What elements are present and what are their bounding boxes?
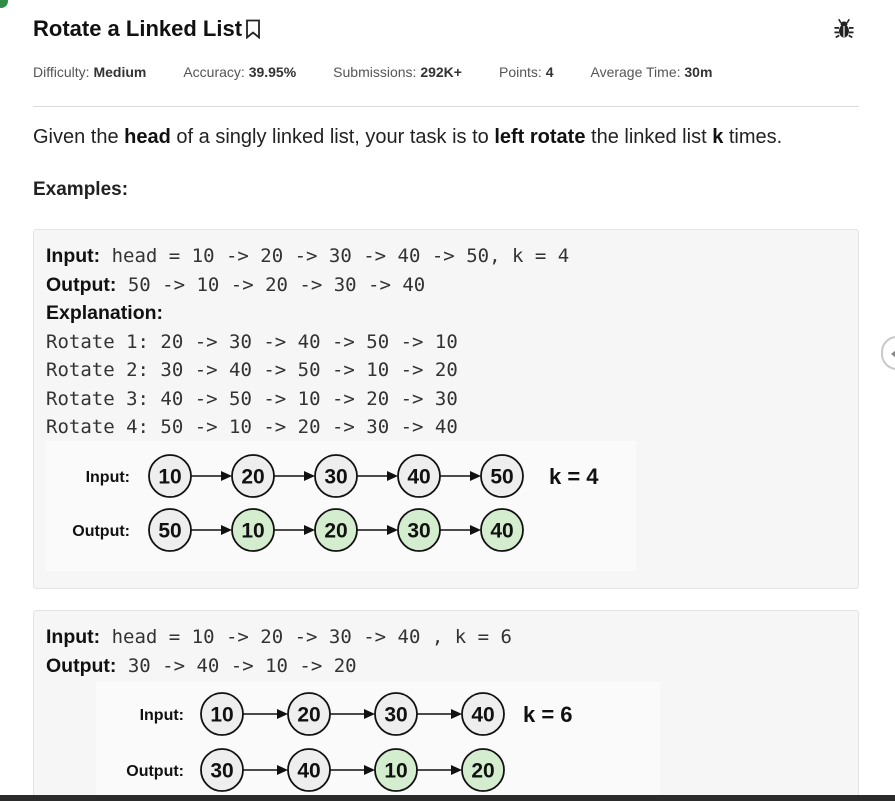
bug-icon[interactable] (833, 18, 855, 40)
list-node-value: 30 (324, 466, 347, 489)
output-row-label: Output: (126, 763, 184, 780)
k-value: k = 6 (523, 702, 573, 727)
arrow-head (470, 471, 481, 481)
bookmark-icon[interactable] (245, 19, 261, 39)
example-1-output: Output: 50 -> 10 -> 20 -> 30 -> 40 (46, 273, 426, 296)
problem-title: Rotate a Linked List (33, 16, 243, 41)
arrow-head (451, 709, 462, 719)
list-node-value: 20 (471, 760, 494, 783)
list-node-value: 30 (384, 704, 407, 727)
output-row-label: Output: (72, 523, 130, 540)
list-node-value: 10 (158, 466, 181, 489)
meta-average-time: Average Time: 30m (590, 64, 713, 80)
arrow-head (470, 525, 481, 535)
problem-meta: Difficulty: Medium Accuracy: 39.95% Subm… (33, 64, 749, 80)
list-node-value: 10 (384, 760, 407, 783)
list-node-value: 40 (471, 704, 494, 727)
input-row-label: Input: (140, 707, 184, 724)
list-node-value: 20 (324, 520, 347, 543)
arrow-head (364, 765, 375, 775)
list-node-value: 10 (210, 704, 233, 727)
arrow-head (387, 471, 398, 481)
list-node-value: 40 (407, 466, 430, 489)
header-divider (33, 106, 859, 107)
example-1-explanation-label: Explanation: (46, 302, 164, 324)
meta-points: Points: 4 (498, 64, 554, 80)
example-1-diagram: Input: 10 20 30 40 50 k = 4 Output: 50 10 20 30 40 (46, 441, 636, 571)
list-node-value: 40 (297, 760, 320, 783)
example-1-explanation-line: Rotate 2: 30 -> 40 -> 50 -> 10 -> 20 (46, 359, 458, 381)
examples-heading: Examples: (33, 179, 129, 200)
arrow-head (304, 471, 315, 481)
example-2-diagram: Input: 10 20 30 40 k = 6 Output: 30 40 10 20 (96, 682, 660, 801)
example-1-explanation-line: Rotate 4: 50 -> 10 -> 20 -> 30 -> 40 (46, 416, 458, 438)
arrow-head (451, 765, 462, 775)
arrow-head (221, 525, 232, 535)
linked-list-diagram: Input: 10 20 30 40 50 k = 4 Output: 50 10 20 30 40 (72, 454, 599, 552)
list-node-value: 50 (158, 520, 181, 543)
meta-submissions: Submissions: 292K+ (333, 64, 462, 80)
meta-difficulty: Difficulty: Medium (33, 64, 147, 80)
example-2-input: Input: head = 10 -> 20 -> 30 -> 40 , k =… (46, 626, 512, 648)
arrow-head (364, 709, 375, 719)
example-1-explanation-line: Rotate 1: 20 -> 30 -> 40 -> 50 -> 10 (46, 330, 458, 353)
brand-dot (0, 0, 8, 8)
arrow-head (387, 525, 398, 535)
list-node-value: 50 (490, 466, 513, 489)
problem-statement: Given the head of a singly linked list, … (33, 126, 783, 148)
list-node-value: 20 (241, 466, 264, 489)
page-title: Rotate a Linked List (33, 16, 261, 42)
arrow-head (277, 709, 288, 719)
list-node-value: 20 (297, 704, 320, 727)
panel-collapse-handle[interactable] (881, 336, 895, 370)
meta-accuracy: Accuracy: 39.95% (183, 64, 297, 80)
list-node-value: 40 (490, 520, 513, 543)
problem-header: Rotate a Linked List (33, 16, 859, 46)
k-value: k = 4 (549, 464, 599, 489)
list-node-value: 30 (210, 760, 233, 783)
arrow-head (304, 525, 315, 535)
linked-list-diagram: Input: 10 20 30 40 k = 6 Output: 30 40 10 20 (126, 692, 573, 792)
input-row-label: Input: (86, 469, 130, 486)
example-1-explanation-line: Rotate 3: 40 -> 50 -> 10 -> 20 -> 30 (46, 387, 458, 410)
bottom-bar (0, 795, 895, 801)
list-node-value: 10 (241, 520, 264, 543)
arrow-head (277, 765, 288, 775)
example-1-input: Input: head = 10 -> 20 -> 30 -> 40 -> 50… (46, 245, 570, 267)
arrow-head (221, 471, 232, 481)
list-node-value: 30 (407, 520, 430, 543)
example-2-output: Output: 30 -> 40 -> 10 -> 20 (46, 654, 357, 677)
